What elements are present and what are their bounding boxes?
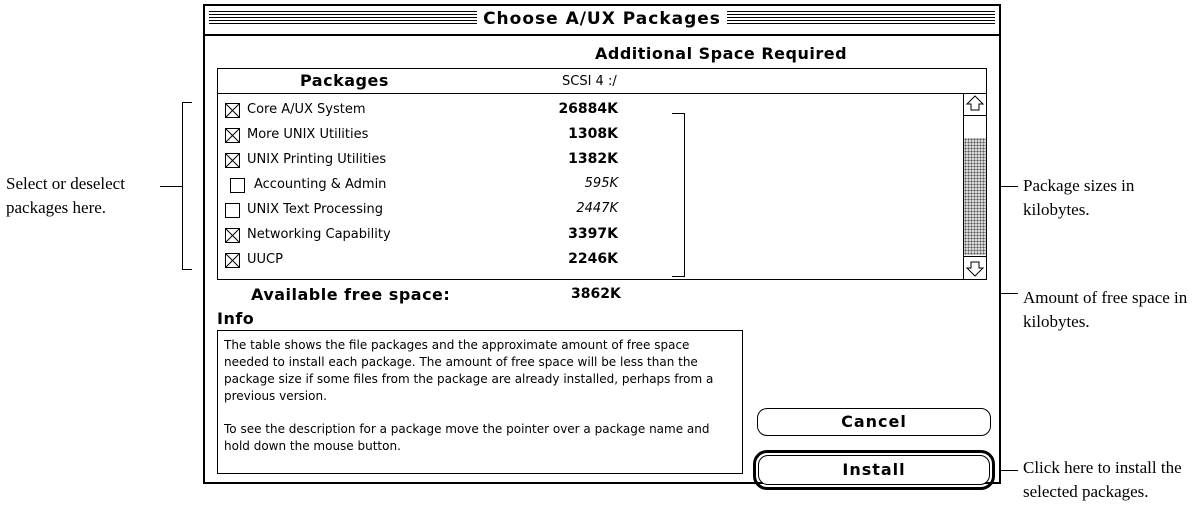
info-label: Info	[217, 309, 255, 328]
scrollbar[interactable]	[963, 93, 986, 279]
info-text-1: The table shows the file packages and th…	[224, 338, 714, 403]
bracket-select	[182, 102, 183, 270]
annotation-free: Amount of free space in kilobytes.	[1023, 288, 1188, 331]
cancel-button[interactable]: Cancel	[757, 408, 991, 436]
checkbox-checked-icon[interactable]	[225, 253, 240, 268]
annotation-install: Click here to install the selected packa…	[1023, 458, 1182, 501]
list-item[interactable]: Accounting & Admin 595K	[218, 174, 958, 199]
package-name: Core A/UX System	[247, 102, 366, 117]
info-box: The table shows the file packages and th…	[217, 330, 743, 474]
checkbox-empty-icon[interactable]	[230, 178, 245, 193]
annotation-sizes: Package sizes in kilobytes.	[1023, 176, 1135, 219]
free-space-label: Available free space:	[251, 285, 451, 304]
package-size: 2447K	[576, 201, 618, 216]
free-space-value: 3862K	[571, 286, 621, 302]
header-divider	[218, 93, 986, 94]
title-bar[interactable]: Choose A/UX Packages	[205, 6, 999, 36]
package-size: 1382K	[568, 151, 618, 167]
space-required-header: Additional Space Required	[595, 44, 848, 63]
disk-column-header: SCSI 4 :/	[562, 74, 617, 89]
package-size: 26884K	[558, 101, 618, 117]
install-button[interactable]: Install	[758, 455, 990, 485]
packages-column-header: Packages	[300, 71, 389, 90]
package-name: UNIX Printing Utilities	[247, 152, 387, 167]
package-size: 3397K	[568, 226, 618, 242]
scroll-thumb[interactable]	[964, 115, 986, 139]
bracket-select-top	[182, 102, 192, 103]
checkbox-checked-icon[interactable]	[225, 228, 240, 243]
package-list: Packages SCSI 4 :/ Core A/UX System 2688…	[217, 68, 987, 280]
list-item[interactable]: UUCP 2246K	[218, 249, 958, 274]
checkbox-checked-icon[interactable]	[225, 153, 240, 168]
scroll-track[interactable]	[964, 138, 986, 255]
leader-line-select	[160, 186, 182, 187]
scroll-up-arrow-icon[interactable]	[964, 93, 986, 116]
annotation-select: Select or deselect packages here.	[6, 174, 125, 217]
bracket-sizes	[684, 113, 685, 277]
dialog-title: Choose A/UX Packages	[477, 9, 727, 29]
list-item[interactable]: UNIX Text Processing 2447K	[218, 199, 958, 224]
list-item[interactable]: UNIX Printing Utilities 1382K	[218, 149, 958, 174]
list-item[interactable]: More UNIX Utilities 1308K	[218, 124, 958, 149]
package-name: UUCP	[247, 252, 283, 267]
package-name: UNIX Text Processing	[247, 202, 383, 217]
list-item[interactable]: Core A/UX System 26884K	[218, 99, 958, 124]
bracket-sizes-bottom	[672, 276, 685, 277]
package-size: 595K	[584, 176, 618, 191]
choose-packages-dialog: Choose A/UX Packages Additional Space Re…	[203, 4, 1001, 490]
checkbox-empty-icon[interactable]	[225, 203, 240, 218]
scroll-down-arrow-icon[interactable]	[964, 256, 986, 279]
package-size: 2246K	[568, 251, 618, 267]
list-item[interactable]: Networking Capability 3397K	[218, 224, 958, 249]
package-name: Networking Capability	[247, 227, 391, 242]
package-name: Accounting & Admin	[254, 177, 387, 192]
checkbox-checked-icon[interactable]	[225, 128, 240, 143]
package-size: 1308K	[568, 126, 618, 142]
checkbox-checked-icon[interactable]	[225, 103, 240, 118]
bracket-select-bottom	[182, 269, 192, 270]
info-text-2: To see the description for a package mov…	[224, 422, 710, 453]
package-name: More UNIX Utilities	[247, 127, 369, 142]
